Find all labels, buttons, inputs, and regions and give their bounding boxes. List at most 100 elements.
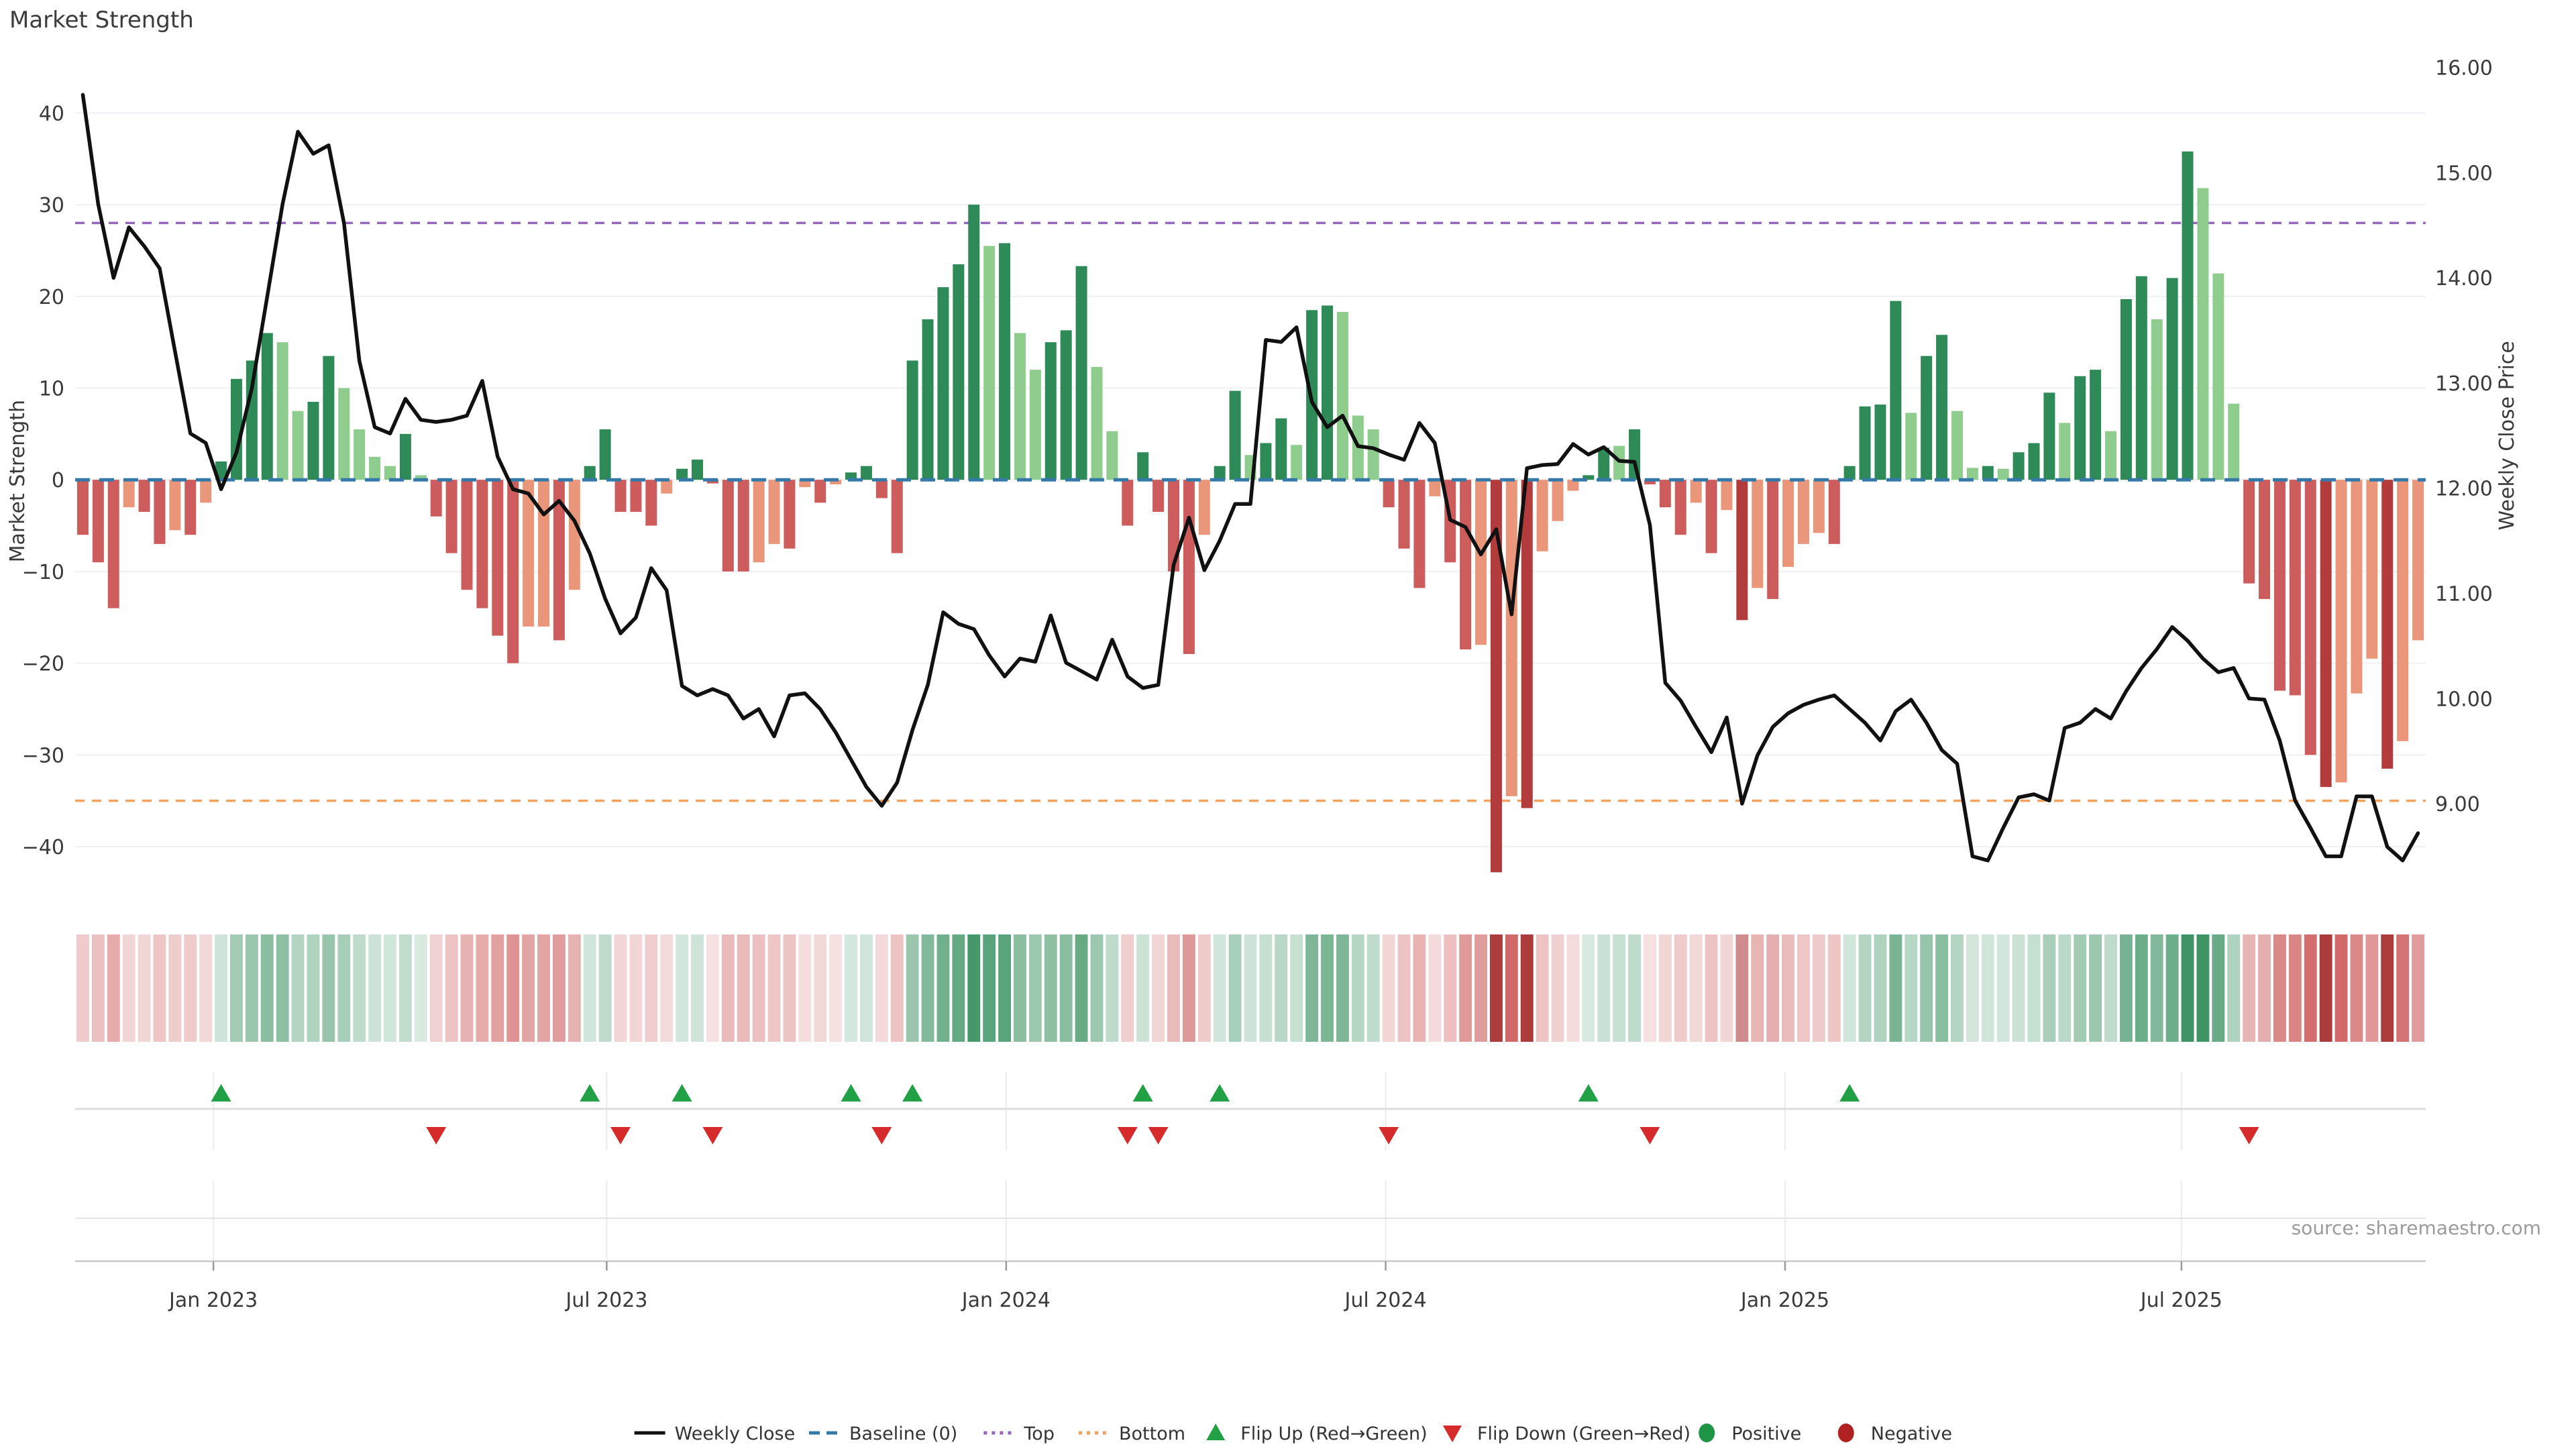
strength-bar bbox=[1152, 480, 1164, 512]
heatmap-cell bbox=[691, 934, 704, 1042]
heatmap-cell bbox=[584, 934, 596, 1042]
strength-bar bbox=[1230, 391, 1241, 480]
strength-bar bbox=[507, 480, 519, 663]
heatmap-cell bbox=[1259, 934, 1272, 1042]
left-axis-tick-label: 10 bbox=[39, 377, 64, 400]
left-axis-tick-label: 20 bbox=[39, 286, 64, 309]
strength-bar bbox=[2336, 480, 2347, 782]
heatmap-cell bbox=[1766, 934, 1779, 1042]
heatmap-cell bbox=[860, 934, 873, 1042]
heatmap-cell bbox=[2320, 934, 2332, 1042]
heatmap-cell bbox=[1459, 934, 1472, 1042]
strength-bar bbox=[2412, 480, 2424, 640]
flip-up-marker bbox=[1578, 1084, 1599, 1102]
strength-bar bbox=[492, 480, 503, 635]
flip-down-marker bbox=[610, 1127, 631, 1144]
strength-bar bbox=[1045, 342, 1057, 480]
right-axis-tick-label: 12.00 bbox=[2435, 478, 2493, 501]
heatmap-cell bbox=[2412, 934, 2424, 1042]
flip-down-marker bbox=[702, 1127, 722, 1144]
heatmap-cell bbox=[1966, 934, 1979, 1042]
strength-bar bbox=[2121, 299, 2132, 480]
strength-bar bbox=[2013, 452, 2025, 480]
strength-bar bbox=[2059, 423, 2070, 480]
heatmap-cell bbox=[1352, 934, 1364, 1042]
heatmap-cell bbox=[2058, 934, 2071, 1042]
strength-bar bbox=[2212, 274, 2224, 480]
heatmap-cell bbox=[506, 934, 519, 1042]
heatmap-cell bbox=[1505, 934, 1518, 1042]
heatmap-cell bbox=[1843, 934, 1856, 1042]
heatmap-cell bbox=[2350, 934, 2363, 1042]
strength-bar bbox=[2167, 278, 2178, 480]
heatmap-cell bbox=[2381, 934, 2394, 1042]
strength-bar bbox=[876, 480, 888, 498]
strength-bar bbox=[1829, 480, 1840, 544]
heatmap-cell bbox=[1521, 934, 1534, 1042]
flip-up-marker bbox=[841, 1084, 861, 1102]
heatmap-cell bbox=[1305, 934, 1318, 1042]
heatmap-cell bbox=[2028, 934, 2041, 1042]
strength-bar bbox=[2182, 152, 2194, 480]
strength-bar bbox=[953, 264, 964, 480]
heatmap-cell bbox=[1336, 934, 1349, 1042]
heatmap-cell bbox=[2212, 934, 2224, 1042]
heatmap-cell bbox=[415, 934, 427, 1042]
legend-item: Flip Down (Green→Red) bbox=[1443, 1424, 1690, 1444]
market-strength-chart: 403020100−10−20−30−40Market Strength16.0… bbox=[0, 0, 2576, 1449]
strength-bar bbox=[1475, 480, 1487, 645]
strength-bar bbox=[1660, 480, 1671, 507]
strength-bar bbox=[2151, 319, 2163, 480]
legend-item: Negative bbox=[1838, 1424, 1952, 1444]
legend-item-label: Baseline (0) bbox=[849, 1424, 957, 1444]
strength-bar bbox=[1260, 443, 1271, 480]
strength-bar bbox=[661, 480, 672, 494]
legend-item: Top bbox=[983, 1424, 1055, 1444]
strength-bar bbox=[814, 480, 826, 502]
heatmap-cell bbox=[1152, 934, 1165, 1042]
left-axis-tick-label: −40 bbox=[22, 836, 64, 859]
heatmap-cell bbox=[1582, 934, 1595, 1042]
heatmap-cell bbox=[891, 934, 904, 1042]
strength-bar bbox=[600, 429, 611, 480]
heatmap-cell bbox=[2243, 934, 2255, 1042]
heatmap-cell bbox=[92, 934, 105, 1042]
heatmap-cell bbox=[292, 934, 305, 1042]
heatmap-cell bbox=[1091, 934, 1104, 1042]
strength-bar bbox=[1721, 480, 1732, 510]
strength-bar bbox=[1460, 480, 1471, 649]
strength-bar bbox=[2305, 480, 2316, 755]
heatmap-cell bbox=[2074, 934, 2086, 1042]
strength-bar bbox=[1199, 480, 1210, 535]
strength-bar bbox=[462, 480, 473, 590]
strength-bar bbox=[861, 466, 872, 480]
left-axis-tick-label: 30 bbox=[39, 194, 64, 217]
left-axis-tick-label: 40 bbox=[39, 102, 64, 125]
heatmap-cell bbox=[399, 934, 412, 1042]
strength-bar bbox=[1905, 413, 1917, 480]
heatmap-cell bbox=[737, 934, 750, 1042]
strength-bar bbox=[154, 480, 165, 544]
heatmap-cell bbox=[1198, 934, 1211, 1042]
legend-item: Flip Up (Red→Green) bbox=[1206, 1424, 1428, 1444]
strength-bar bbox=[1874, 405, 1886, 480]
left-axis-tick-label: −10 bbox=[22, 561, 64, 584]
heatmap-cell bbox=[998, 934, 1011, 1042]
flip-down-marker bbox=[2239, 1127, 2259, 1144]
strength-bar bbox=[1767, 480, 1778, 599]
flip-up-marker bbox=[672, 1084, 692, 1102]
heatmap-cell bbox=[491, 934, 504, 1042]
heatmap-cell bbox=[645, 934, 657, 1042]
heatmap-cell bbox=[1136, 934, 1149, 1042]
right-axis-tick-label: 11.00 bbox=[2435, 583, 2493, 606]
strength-bar bbox=[983, 246, 995, 480]
heatmap-cell bbox=[768, 934, 781, 1042]
strength-bar bbox=[2351, 480, 2362, 694]
strength-bar bbox=[1936, 335, 1947, 480]
strength-bar bbox=[722, 480, 734, 572]
strength-bar bbox=[2274, 480, 2286, 690]
legend-item-label: Flip Up (Red→Green) bbox=[1240, 1424, 1428, 1444]
strength-bar bbox=[584, 466, 596, 480]
legend-item: Baseline (0) bbox=[809, 1424, 957, 1444]
strength-bar bbox=[369, 457, 380, 480]
